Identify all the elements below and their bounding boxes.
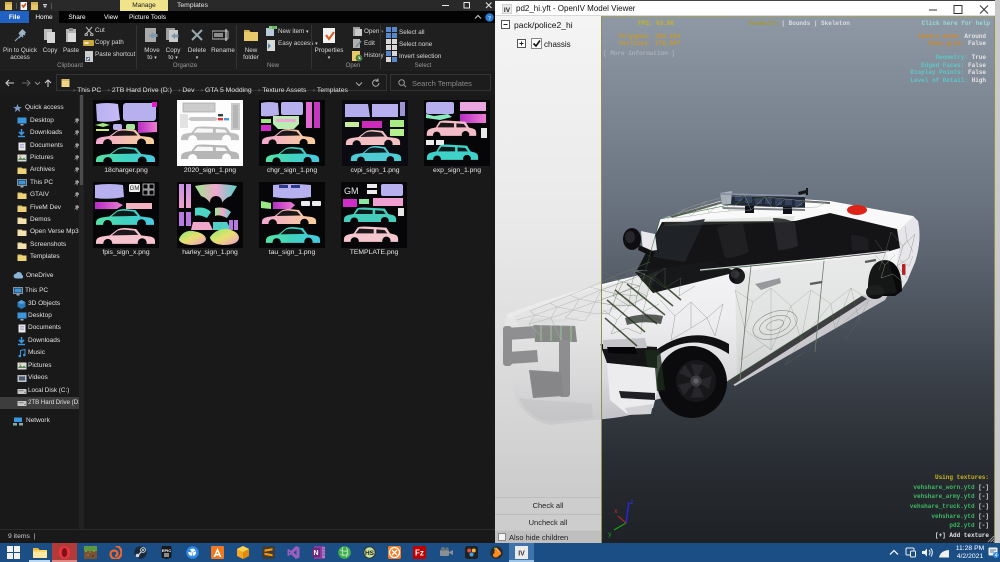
svg-text:4: 4 <box>995 553 998 558</box>
svg-text:Fz: Fz <box>415 549 424 558</box>
svg-text:EPIC: EPIC <box>162 548 171 553</box>
svg-text:N: N <box>313 550 318 557</box>
svg-text:x: x <box>614 508 618 515</box>
svg-text:z: z <box>630 499 634 506</box>
svg-text:y: y <box>608 531 612 538</box>
svg-text:GM: GM <box>344 186 359 196</box>
svg-text:IV: IV <box>518 550 525 557</box>
svg-text:?: ? <box>488 14 491 21</box>
svg-text:IV: IV <box>504 7 511 14</box>
svg-text:HS: HS <box>365 550 375 557</box>
svg-text:GM: GM <box>130 186 140 192</box>
